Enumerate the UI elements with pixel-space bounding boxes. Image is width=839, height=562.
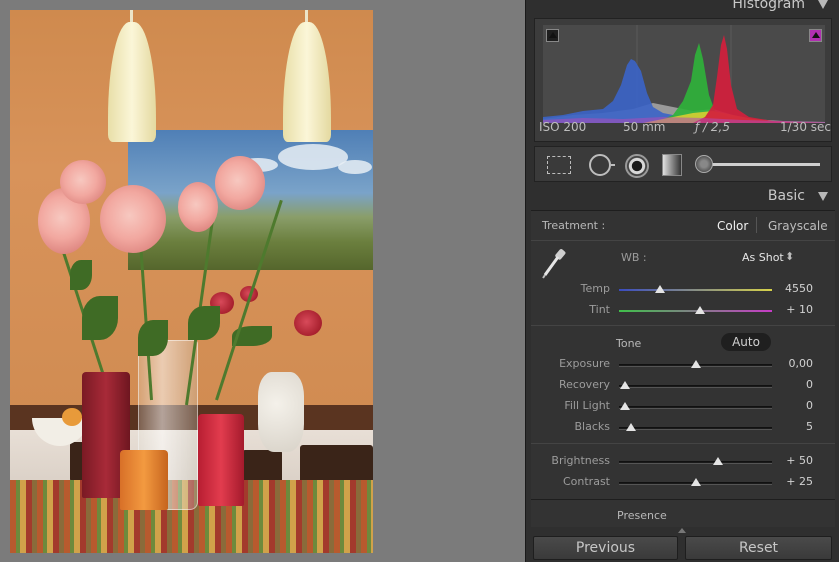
histogram-header[interactable]: Histogram <box>526 0 839 18</box>
treatment-label: Treatment : <box>542 219 606 232</box>
fill-light-label: Fill Light <box>564 399 610 412</box>
blacks-slider-thumb[interactable] <box>626 423 637 431</box>
presence-section: Presence <box>531 499 835 527</box>
iso-value: ISO 200 <box>539 120 587 134</box>
eyedropper-icon[interactable] <box>541 247 567 279</box>
wb-value[interactable]: As Shot <box>742 251 784 264</box>
brightness-slider-thumb[interactable] <box>713 457 724 465</box>
fill-light-slider-thumb[interactable] <box>620 402 631 410</box>
temp-slider-track[interactable] <box>619 289 772 291</box>
temp-label: Temp <box>580 282 610 295</box>
exposure-slider-thumb[interactable] <box>690 360 701 368</box>
brightness-label: Brightness <box>551 454 610 467</box>
highlight-clipping-indicator[interactable] <box>809 29 822 42</box>
histogram-box: ISO 200 50 mm ƒ / 2,5 1/30 sec <box>534 18 832 142</box>
photo-lamp-left <box>108 10 156 142</box>
basic-header[interactable]: Basic <box>526 188 839 210</box>
histogram-title: Histogram <box>732 0 805 12</box>
blacks-label: Blacks <box>574 420 611 433</box>
contrast-value[interactable]: + 25 <box>786 475 813 488</box>
recovery-value[interactable]: 0 <box>806 378 813 391</box>
tint-slider-thumb[interactable] <box>695 306 706 314</box>
shutter-speed-value: 1/30 sec <box>780 120 831 134</box>
histogram-info: ISO 200 50 mm ƒ / 2,5 1/30 sec <box>539 120 831 140</box>
auto-tone-button[interactable]: Auto <box>721 333 771 351</box>
temp-value[interactable]: 4550 <box>785 282 813 295</box>
histogram-graph <box>543 25 825 123</box>
collapse-triangle-icon[interactable] <box>818 0 828 9</box>
collapse-triangle-icon[interactable] <box>818 192 828 201</box>
blacks-value[interactable]: 5 <box>806 420 813 433</box>
contrast-slider-thumb[interactable] <box>690 478 701 486</box>
crop-overlay-icon[interactable] <box>547 156 571 174</box>
adjustment-brush-icon[interactable] <box>695 155 713 173</box>
wb-dropdown-icon[interactable]: ⬍ <box>785 250 794 263</box>
graduated-filter-icon[interactable] <box>662 154 682 176</box>
photo-lamp-right <box>283 10 331 142</box>
fill-light-slider-track[interactable] <box>619 406 772 409</box>
brightness-contrast-section <box>531 443 835 499</box>
red-eye-correction-icon[interactable] <box>625 154 649 178</box>
previous-button[interactable]: Previous <box>533 536 678 560</box>
wb-label: WB : <box>621 251 647 264</box>
exposure-label: Exposure <box>559 357 610 370</box>
photo-pitcher <box>258 372 304 452</box>
basic-title: Basic <box>767 188 805 204</box>
treatment-color-option[interactable]: Color <box>717 219 748 233</box>
recovery-slider-track[interactable] <box>619 385 772 388</box>
image-canvas <box>0 0 525 562</box>
spot-removal-icon[interactable] <box>589 154 615 176</box>
panel-end-mark-icon <box>678 528 686 533</box>
blacks-slider-track[interactable] <box>619 427 772 430</box>
recovery-slider-thumb[interactable] <box>620 381 631 389</box>
tint-value[interactable]: + 10 <box>786 303 813 316</box>
photo-candle-orange <box>120 450 168 510</box>
brightness-value[interactable]: + 50 <box>786 454 813 467</box>
histogram-plot <box>543 25 825 123</box>
reset-button[interactable]: Reset <box>685 536 832 560</box>
photo-preview[interactable] <box>10 10 373 553</box>
temp-slider-thumb[interactable] <box>655 285 666 293</box>
tool-strip <box>534 146 832 182</box>
tone-label: Tone <box>616 337 642 350</box>
histogram-red-curve <box>693 35 825 123</box>
exposure-value[interactable]: 0,00 <box>789 357 814 370</box>
treatment-row: Treatment : Color Grayscale <box>531 210 835 240</box>
tint-label: Tint <box>589 303 610 316</box>
brightness-slider-track[interactable] <box>619 461 772 464</box>
contrast-label: Contrast <box>562 475 610 488</box>
adjustment-brush-track <box>700 163 820 166</box>
fill-light-value[interactable]: 0 <box>806 399 813 412</box>
presence-label: Presence <box>617 509 667 522</box>
shadow-clipping-indicator[interactable] <box>546 29 559 42</box>
photo-candle-red <box>198 414 244 506</box>
recovery-label: Recovery <box>558 378 610 391</box>
aperture-value: ƒ / 2,5 <box>695 120 730 134</box>
treatment-grayscale-option[interactable]: Grayscale <box>768 219 828 233</box>
focal-length-value: 50 mm <box>623 120 666 134</box>
right-panel: Histogram ISO 200 50 mm ƒ / 2,5 1/30 sec <box>525 0 839 562</box>
